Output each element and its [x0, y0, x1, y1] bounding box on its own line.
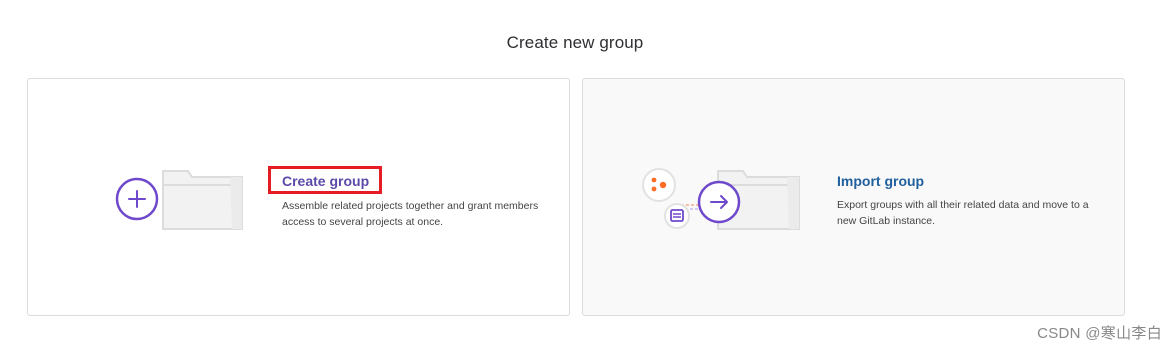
page-title: Create new group	[506, 33, 644, 52]
folder-icon	[162, 170, 243, 230]
import-group-card[interactable]: Import group Export groups with all thei…	[582, 78, 1125, 316]
create-group-description: Assemble related projects together and g…	[282, 200, 539, 228]
gitlab-nodes-icon	[642, 168, 676, 202]
import-group-text: Import group Export groups with all thei…	[837, 173, 1107, 229]
import-group-description: Export groups with all their related dat…	[837, 199, 1089, 227]
watermark: CSDN @寒山李白	[1037, 325, 1162, 342]
plus-icon	[115, 177, 159, 221]
document-stack-icon	[664, 203, 690, 229]
create-group-text: Create group Assemble related projects t…	[268, 166, 552, 230]
new-group-page: Create new group Create group Assemble r…	[0, 0, 1174, 351]
import-group-illustration	[642, 168, 800, 230]
arrow-right-icon	[697, 180, 741, 224]
create-group-link[interactable]: Create group	[268, 166, 383, 194]
import-group-link[interactable]: Import group	[837, 173, 924, 189]
create-group-illustration	[115, 170, 243, 230]
create-group-card[interactable]: Create group Assemble related projects t…	[27, 78, 570, 316]
